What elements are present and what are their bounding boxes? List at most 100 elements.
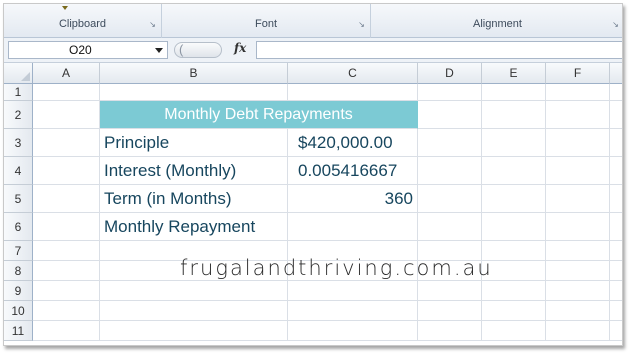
alignment-dialog-launcher-icon[interactable]: ↘ (611, 20, 620, 29)
cell-f5[interactable] (546, 185, 610, 213)
cell-a6[interactable] (33, 213, 100, 241)
row-header-2[interactable]: 2 (4, 101, 33, 129)
cell-e6[interactable] (482, 213, 546, 241)
cell-g6[interactable] (610, 213, 622, 241)
row-header-1[interactable]: 1 (4, 84, 33, 101)
row-header-10[interactable]: 10 (4, 301, 33, 321)
cell-e9[interactable] (482, 281, 546, 301)
cell-b9[interactable] (100, 281, 288, 301)
column-header-b[interactable]: B (100, 63, 288, 84)
name-box[interactable]: O20 (8, 41, 168, 59)
cell-e5[interactable] (482, 185, 546, 213)
column-header-e[interactable]: E (482, 63, 546, 84)
cell-e2[interactable] (482, 101, 546, 129)
cell-d4[interactable] (418, 157, 482, 185)
cell-c10[interactable] (288, 301, 418, 321)
cell-f10[interactable] (546, 301, 610, 321)
column-header-partial[interactable] (610, 63, 622, 84)
cell-b1[interactable] (100, 84, 288, 101)
row-header-4[interactable]: 4 (4, 157, 33, 185)
row-header-11[interactable]: 11 (4, 321, 33, 341)
font-dialog-launcher-icon[interactable]: ↘ (357, 20, 366, 29)
cell-g2[interactable] (610, 101, 622, 129)
cell-e4[interactable] (482, 157, 546, 185)
column-header-f[interactable]: F (546, 63, 610, 84)
cell-f3[interactable] (546, 129, 610, 157)
formula-input[interactable] (256, 41, 622, 59)
cell-b10[interactable] (100, 301, 288, 321)
cell-a1[interactable] (33, 84, 100, 101)
cell-c4[interactable]: 0.005416667 (288, 157, 418, 185)
cell-f9[interactable] (546, 281, 610, 301)
row-header-5[interactable]: 5 (4, 185, 33, 213)
cell-g9[interactable] (610, 281, 622, 301)
ribbon-group-label-clipboard: Clipboard (58, 18, 107, 30)
cell-f2[interactable] (546, 101, 610, 129)
row-header-3[interactable]: 3 (4, 129, 33, 157)
cell-c5[interactable]: 360 (288, 185, 418, 213)
cell-a11[interactable] (33, 321, 100, 341)
column-header-d[interactable]: D (418, 63, 482, 84)
cell-c3[interactable]: $420,000.00 (288, 129, 418, 157)
cell-b3[interactable]: Principle (100, 129, 288, 157)
cell-b6[interactable]: Monthly Repayment (100, 213, 288, 241)
cell-f7[interactable] (546, 241, 610, 261)
cell-d1[interactable] (418, 84, 482, 101)
cell-c11[interactable] (288, 321, 418, 341)
cell-a7[interactable] (33, 241, 100, 261)
cell-d5[interactable] (418, 185, 482, 213)
column-header-a[interactable]: A (33, 63, 100, 84)
ribbon-group-clipboard: Clipboard ↘ (4, 4, 162, 38)
cell-d6[interactable] (418, 213, 482, 241)
cell-a2[interactable] (33, 101, 100, 129)
cell-a4[interactable] (33, 157, 100, 185)
cell-g3[interactable] (610, 129, 622, 157)
cell-e11[interactable] (482, 321, 546, 341)
cell-e1[interactable] (482, 84, 546, 101)
cell-e10[interactable] (482, 301, 546, 321)
cell-d2[interactable] (418, 101, 482, 129)
cell-d3[interactable] (418, 129, 482, 157)
row-header-6[interactable]: 6 (4, 213, 33, 241)
chevron-down-icon[interactable] (155, 48, 163, 53)
cell-b11[interactable] (100, 321, 288, 341)
cell-d10[interactable] (418, 301, 482, 321)
cell-f1[interactable] (546, 84, 610, 101)
cell-a10[interactable] (33, 301, 100, 321)
cell-a3[interactable] (33, 129, 100, 157)
cell-g1[interactable] (610, 84, 622, 101)
row-header-9[interactable]: 9 (4, 281, 33, 301)
cell-b2[interactable]: Monthly Debt Repayments (100, 101, 418, 129)
cell-e3[interactable] (482, 129, 546, 157)
cell-a5[interactable] (33, 185, 100, 213)
cell-f11[interactable] (546, 321, 610, 341)
cell-b5[interactable]: Term (in Months) (100, 185, 288, 213)
cell-a8[interactable] (33, 261, 100, 281)
cell-g5[interactable] (610, 185, 622, 213)
ribbon-group-label-font: Font (254, 18, 277, 30)
row-header-8[interactable]: 8 (4, 261, 33, 281)
cell-f6[interactable] (546, 213, 610, 241)
select-all-button[interactable] (4, 63, 33, 84)
column-header-c[interactable]: C (288, 63, 418, 84)
cell-c6[interactable] (288, 213, 418, 241)
cell-c1[interactable] (288, 84, 418, 101)
cell-g10[interactable] (610, 301, 622, 321)
cell-g11[interactable] (610, 321, 622, 341)
row-header-7[interactable]: 7 (4, 241, 33, 261)
ribbon-group-alignment: Alignment ↘ (371, 4, 622, 38)
cell-d11[interactable] (418, 321, 482, 341)
formula-collapse-handle[interactable]: ( (174, 42, 222, 58)
cell-f8[interactable] (546, 261, 610, 281)
cell-a9[interactable] (33, 281, 100, 301)
cell-c9[interactable] (288, 281, 418, 301)
formula-buttons: ( fx (172, 41, 254, 59)
cell-b4[interactable]: Interest (Monthly) (100, 157, 288, 185)
cell-d9[interactable] (418, 281, 482, 301)
insert-function-icon[interactable]: fx (234, 41, 246, 55)
cell-g8[interactable] (610, 261, 622, 281)
cell-g7[interactable] (610, 241, 622, 261)
cell-g4[interactable] (610, 157, 622, 185)
clipboard-dialog-launcher-icon[interactable]: ↘ (148, 20, 157, 29)
cell-f4[interactable] (546, 157, 610, 185)
